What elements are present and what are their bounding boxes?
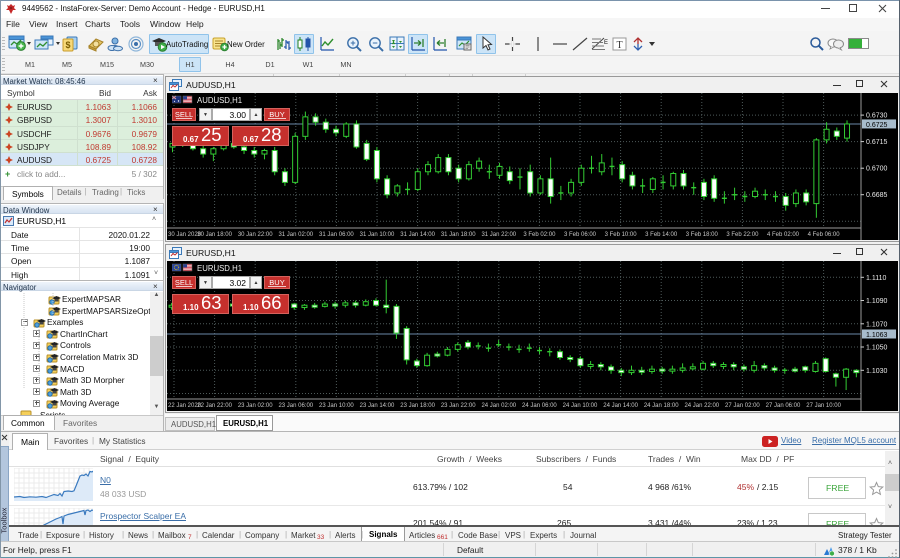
svg-text:31 Jan 18:00: 31 Jan 18:00 xyxy=(441,232,476,238)
svg-text:27 Jan 02:00: 27 Jan 02:00 xyxy=(725,403,760,409)
svg-text:30 Jan 22:00: 30 Jan 22:00 xyxy=(238,232,273,238)
svg-text:24 Jan 10:00: 24 Jan 10:00 xyxy=(563,403,598,409)
svg-text:0.6725: 0.6725 xyxy=(866,122,888,129)
svg-text:31 Jan 10:00: 31 Jan 10:00 xyxy=(360,232,395,238)
svg-text:24 Jan 06:00: 24 Jan 06:00 xyxy=(522,403,557,409)
svg-text:4 Feb 06:00: 4 Feb 06:00 xyxy=(808,232,841,238)
svg-text:1.1070: 1.1070 xyxy=(866,321,888,328)
svg-text:1.1050: 1.1050 xyxy=(866,345,888,352)
svg-text:23 Jan 14:00: 23 Jan 14:00 xyxy=(360,403,395,409)
svg-text:24 Jan 18:00: 24 Jan 18:00 xyxy=(644,403,679,409)
svg-text:31 Jan 02:00: 31 Jan 02:00 xyxy=(278,232,313,238)
svg-text:27 Jan 10:00: 27 Jan 10:00 xyxy=(806,403,841,409)
svg-text:30 Jan 18:00: 30 Jan 18:00 xyxy=(197,232,232,238)
svg-text:24 Jan 22:00: 24 Jan 22:00 xyxy=(684,403,719,409)
svg-text:3 Feb 02:00: 3 Feb 02:00 xyxy=(523,232,556,238)
svg-text:23 Jan 10:00: 23 Jan 10:00 xyxy=(319,403,354,409)
svg-text:0.6685: 0.6685 xyxy=(866,192,888,199)
svg-text:22 Jan 22:00: 22 Jan 22:00 xyxy=(197,403,232,409)
svg-text:24 Jan 02:00: 24 Jan 02:00 xyxy=(481,403,516,409)
svg-text:3 Feb 14:00: 3 Feb 14:00 xyxy=(645,232,678,238)
svg-text:T: T xyxy=(616,40,622,51)
svg-text:31 Jan 06:00: 31 Jan 06:00 xyxy=(319,232,354,238)
svg-text:−: − xyxy=(372,38,377,48)
svg-text:$: $ xyxy=(65,40,70,50)
svg-text:24 Jan 14:00: 24 Jan 14:00 xyxy=(603,403,638,409)
svg-text:+: + xyxy=(350,38,355,48)
svg-text:23 Jan 02:00: 23 Jan 02:00 xyxy=(238,403,273,409)
svg-text:23 Jan 06:00: 23 Jan 06:00 xyxy=(278,403,313,409)
svg-text:3 Feb 22:00: 3 Feb 22:00 xyxy=(726,232,759,238)
svg-text:3 Feb 06:00: 3 Feb 06:00 xyxy=(564,232,597,238)
svg-text:0.6715: 0.6715 xyxy=(866,139,888,146)
svg-text:3 Feb 10:00: 3 Feb 10:00 xyxy=(605,232,638,238)
svg-text:1.1030: 1.1030 xyxy=(866,368,888,375)
svg-text:4 Feb 02:00: 4 Feb 02:00 xyxy=(767,232,800,238)
svg-text:1.1090: 1.1090 xyxy=(866,298,888,305)
svg-text:31 Jan 14:00: 31 Jan 14:00 xyxy=(400,232,435,238)
svg-text:31 Jan 22:00: 31 Jan 22:00 xyxy=(481,232,516,238)
svg-text:23 Jan 22:00: 23 Jan 22:00 xyxy=(441,403,476,409)
svg-text:1.1110: 1.1110 xyxy=(866,275,886,282)
svg-text:0.6730: 0.6730 xyxy=(866,113,888,120)
svg-text:1.1063: 1.1063 xyxy=(866,332,888,339)
svg-text:0.6700: 0.6700 xyxy=(866,166,888,173)
svg-text:E: E xyxy=(604,40,608,46)
svg-text:3 Feb 18:00: 3 Feb 18:00 xyxy=(686,232,719,238)
svg-text:23 Jan 18:00: 23 Jan 18:00 xyxy=(400,403,435,409)
svg-text:27 Jan 06:00: 27 Jan 06:00 xyxy=(766,403,801,409)
